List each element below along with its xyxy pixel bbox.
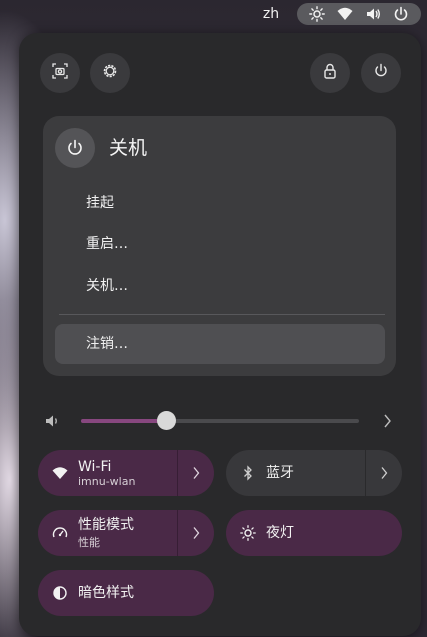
chevron-right-icon (193, 467, 200, 479)
menu-item-power-off[interactable]: 关机… (55, 266, 385, 306)
power-icon (372, 62, 390, 84)
brightness-icon (309, 6, 325, 22)
power-icon (393, 6, 409, 22)
night-light-toggle[interactable]: 夜灯 (226, 510, 402, 556)
power-menu-button[interactable] (361, 53, 401, 93)
volume-icon (365, 6, 381, 22)
menu-item-log-out[interactable]: 注销… (55, 324, 385, 364)
volume-icon (46, 415, 57, 427)
night-light-label: 夜灯 (266, 525, 294, 541)
chevron-right-icon (193, 527, 200, 539)
menu-item-restart[interactable]: 重启… (55, 224, 385, 264)
chevron-right-icon[interactable] (380, 412, 394, 430)
dark-style-label: 暗色样式 (78, 585, 134, 601)
power-off-header-icon (55, 128, 95, 168)
bluetooth-label: 蓝牙 (266, 465, 294, 481)
sun-icon (240, 525, 256, 541)
power-icon (68, 139, 82, 155)
power-mode-toggle[interactable]: 性能模式 性能 (38, 510, 214, 556)
menu-separator (59, 314, 385, 315)
volume-slider-handle[interactable] (157, 411, 176, 430)
settings-button[interactable] (90, 53, 130, 93)
power-mode-menu-arrow[interactable] (177, 510, 214, 556)
power-mode-value: 性能 (78, 536, 100, 549)
power-mode-label: 性能模式 (78, 517, 134, 533)
bluetooth-toggle[interactable]: 蓝牙 (226, 450, 402, 496)
dark-style-toggle[interactable]: 暗色样式 (38, 570, 214, 616)
wifi-label: Wi-Fi (78, 459, 112, 475)
top-bar: zh (0, 0, 427, 28)
volume-slider-fill (81, 419, 167, 423)
dark-mode-icon (53, 586, 67, 600)
menu-item-suspend[interactable]: 挂起 (55, 183, 385, 223)
screenshot-button[interactable] (40, 53, 80, 93)
wifi-toggle[interactable]: Wi-Fi imnu-wlan (38, 450, 214, 496)
bluetooth-icon (244, 465, 252, 481)
screenshot-icon (51, 62, 69, 84)
volume-slider[interactable] (81, 419, 359, 423)
input-language-indicator[interactable]: zh (258, 3, 284, 25)
settings-icon (101, 62, 119, 84)
lock-icon (321, 62, 339, 84)
chevron-right-icon (381, 467, 388, 479)
speedometer-icon (52, 527, 68, 538)
lock-screen-button[interactable] (310, 53, 350, 93)
system-status-menu-button[interactable] (297, 3, 421, 25)
bluetooth-menu-arrow[interactable] (365, 450, 402, 496)
power-menu-title: 关机 (109, 137, 148, 159)
wifi-icon (337, 6, 353, 22)
wifi-icon (52, 467, 68, 479)
wifi-menu-arrow[interactable] (177, 450, 214, 496)
wifi-network-name: imnu-wlan (78, 475, 136, 488)
